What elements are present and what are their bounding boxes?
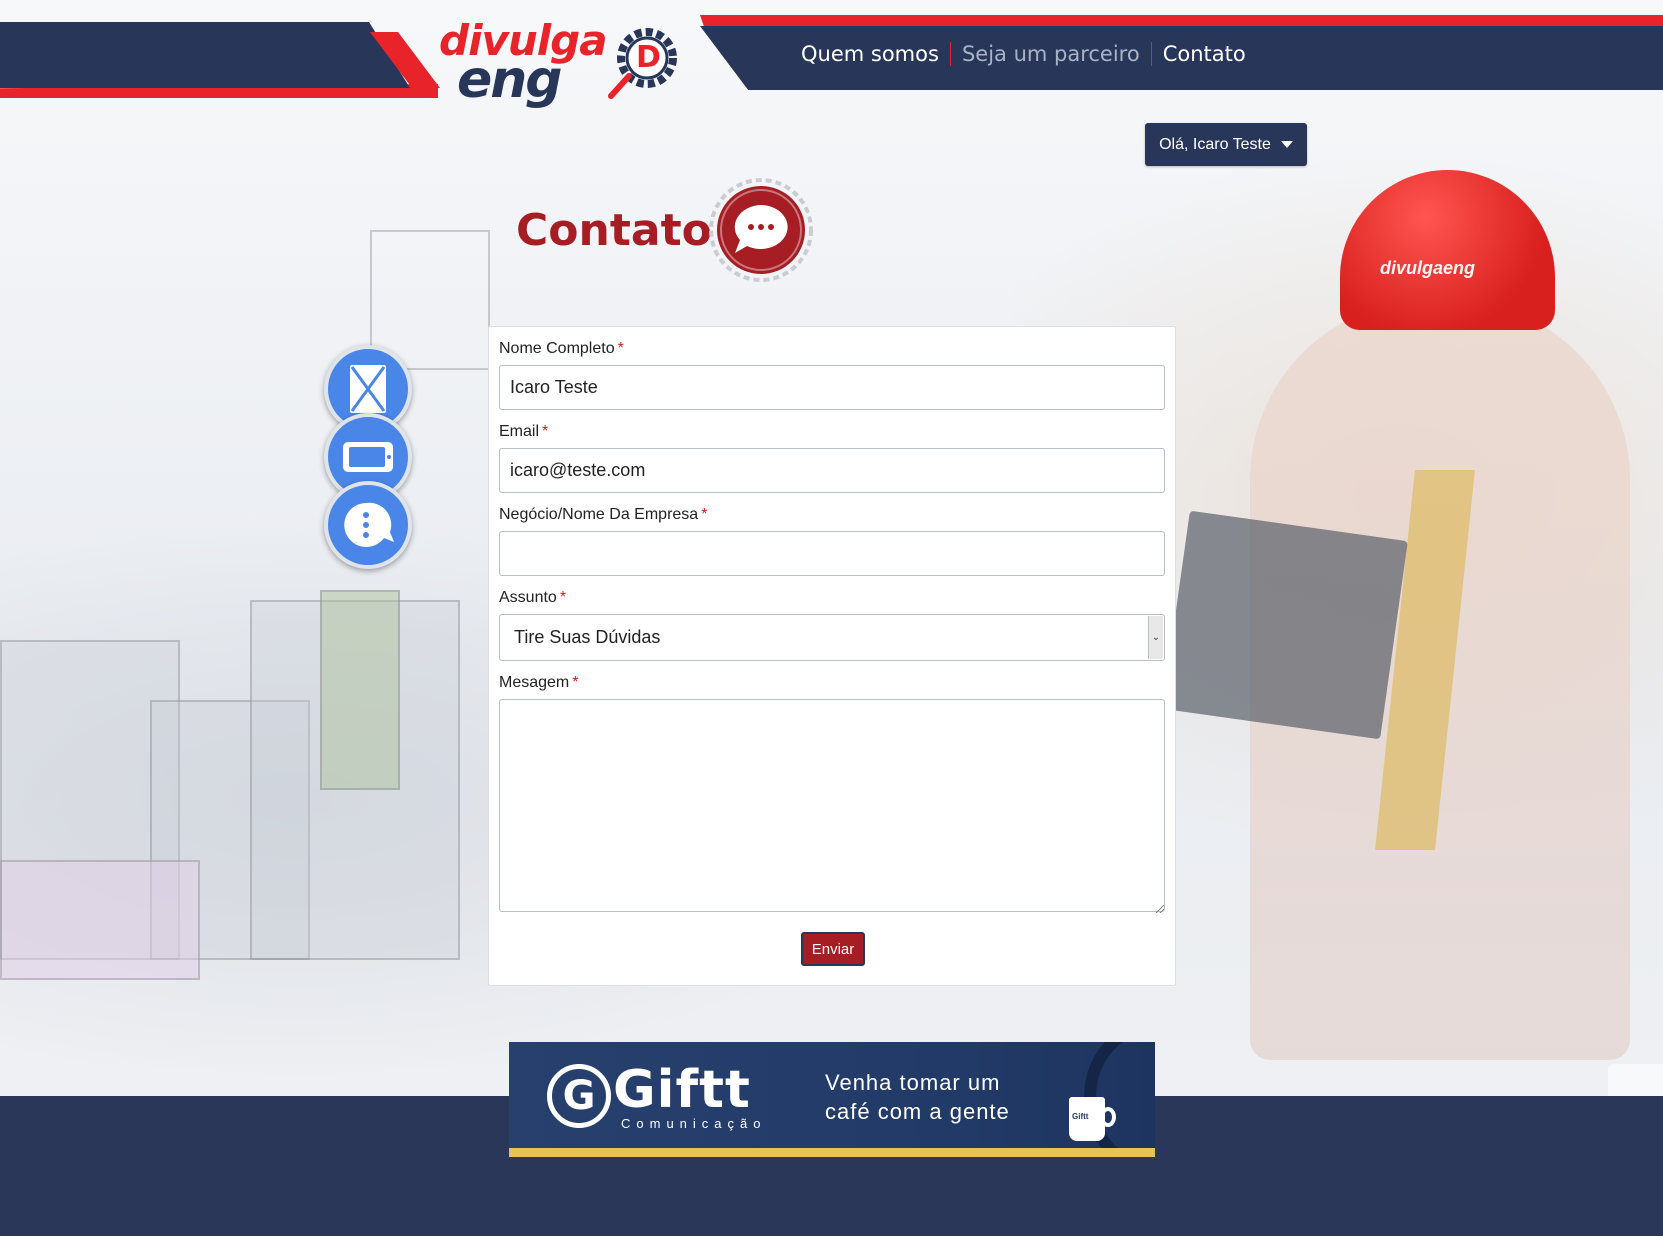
subject-label-text: Assunto xyxy=(499,589,557,606)
contact-form: Nome Completo* Email* Negócio/Nome Da Em… xyxy=(488,326,1176,986)
nav-link-contato[interactable]: Contato xyxy=(1152,42,1257,66)
name-field[interactable] xyxy=(499,365,1165,410)
company-field[interactable] xyxy=(499,531,1165,576)
required-mark: * xyxy=(617,340,624,357)
giftt-logo-icon: G xyxy=(547,1064,611,1128)
logo-badge: D xyxy=(636,40,661,75)
clipboard xyxy=(1162,510,1408,740)
main-nav: Quem somos Seja um parceiro Contato xyxy=(790,42,1257,66)
banner-stripe xyxy=(509,1148,1155,1157)
giftt-banner[interactable]: G Giftt Comunicação Venha tomar um café … xyxy=(509,1042,1155,1157)
company-label: Negócio/Nome Da Empresa * xyxy=(499,506,707,524)
chat-icon[interactable] xyxy=(324,481,412,569)
cup-label: Giftt xyxy=(1072,1112,1089,1121)
email-label-text: Email xyxy=(499,423,540,440)
banner-subtitle: Comunicação xyxy=(621,1116,767,1131)
logo-text: eng xyxy=(457,50,563,110)
resize-handle-icon[interactable] xyxy=(1156,905,1164,913)
required-mark: * xyxy=(701,506,708,523)
subject-select[interactable]: Tire Suas Dúvidas ⌄ xyxy=(499,614,1165,661)
name-label-text: Nome Completo xyxy=(499,340,615,357)
site-logo[interactable]: divulga eng D xyxy=(437,10,687,120)
subject-label: Assunto * xyxy=(499,589,566,607)
user-menu-label: Olá, Icaro Teste xyxy=(1159,135,1271,153)
required-mark: * xyxy=(559,589,567,606)
message-label-text: Mesagem xyxy=(499,674,570,691)
nav-link-seja-parceiro[interactable]: Seja um parceiro xyxy=(951,42,1151,66)
giftt-logo-initial: G xyxy=(562,1073,596,1119)
header-bar-left xyxy=(0,22,410,88)
caret-down-icon xyxy=(1280,141,1293,148)
chevron-down-icon: ⌄ xyxy=(1148,616,1163,659)
nav-link-quem-somos[interactable]: Quem somos xyxy=(790,42,950,66)
required-mark: * xyxy=(572,674,579,691)
chat-bubble-icon xyxy=(709,178,813,282)
email-label: Email * xyxy=(499,423,548,441)
site-header: divulga eng D Quem somos Seja um parceir… xyxy=(0,0,1663,120)
helmet-logo: divulgaeng xyxy=(1380,258,1476,278)
subject-selected-value: Tire Suas Dúvidas xyxy=(514,627,661,647)
banner-tagline-line: Venha tomar um xyxy=(825,1070,1001,1095)
hard-hat xyxy=(1340,170,1555,330)
name-label: Nome Completo * xyxy=(499,340,624,358)
edge-tab xyxy=(1608,1064,1663,1096)
submit-button[interactable]: Enviar xyxy=(801,932,865,966)
page-title: Contato xyxy=(516,205,712,256)
email-field[interactable] xyxy=(499,448,1165,493)
company-label-text: Negócio/Nome Da Empresa xyxy=(499,506,699,523)
required-mark: * xyxy=(542,423,549,440)
message-field[interactable] xyxy=(499,699,1165,912)
banner-tagline: Venha tomar um café com a gente xyxy=(825,1068,1055,1126)
user-menu-button[interactable]: Olá, Icaro Teste xyxy=(1145,123,1307,166)
banner-tagline-line: café com a gente xyxy=(825,1099,1010,1124)
message-label: Mesagem * xyxy=(499,674,578,692)
banner-brand: Giftt xyxy=(613,1060,751,1120)
city-building xyxy=(0,860,200,980)
coffee-cup-handle xyxy=(1100,1107,1116,1127)
city-building xyxy=(320,590,400,790)
